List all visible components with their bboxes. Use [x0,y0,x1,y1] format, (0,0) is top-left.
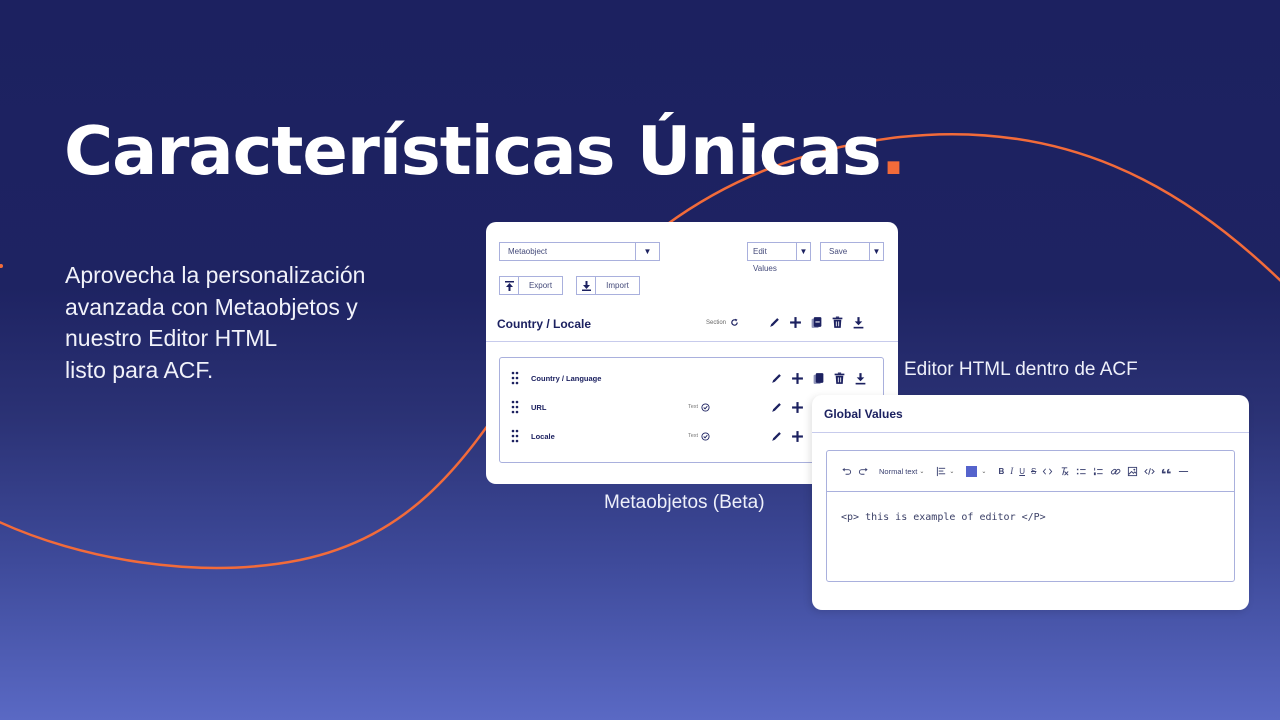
download-icon [577,277,596,294]
editor-panel-title: Global Values [824,407,903,421]
import-button[interactable]: Import [576,276,640,295]
chevron-down-icon: ⌄ [981,468,987,475]
delete-icon[interactable] [831,316,844,329]
page-title: Características Únicas. [64,112,906,190]
block-format-dropdown[interactable]: Normal text ⌄ [879,464,924,478]
bold-button[interactable]: B [998,464,1004,478]
chevron-down-icon: ⌄ [949,468,955,475]
drag-handle-icon[interactable] [511,400,519,414]
edit-icon[interactable] [770,401,783,414]
redo-icon[interactable] [858,464,869,478]
text-color-icon [966,465,978,477]
field-actions [770,401,804,414]
chevron-down-icon: ⌄ [919,468,925,475]
add-icon[interactable] [791,372,804,385]
undo-icon[interactable] [841,464,852,478]
field-type-label: Text [688,433,699,439]
section-actions [768,316,865,329]
download-icon[interactable] [852,316,865,329]
section-divider [486,341,898,342]
caret-down-icon[interactable]: ▼ [635,243,659,260]
block-format-value: Normal text [879,466,918,476]
export-button[interactable]: Export [499,276,563,295]
code-block-icon[interactable] [1144,464,1156,478]
export-label: Export [528,281,553,290]
editor-caption: Editor HTML dentro de ACF [904,359,1138,380]
add-icon[interactable] [791,401,804,414]
section-title: Country / Locale [497,317,592,331]
field-type: Text [688,431,710,441]
page-subtitle: Aprovecha la personalización avanzada co… [65,262,366,383]
editor-toolbar: Normal text ⌄ ⌄ ⌄ B I U S [827,451,1234,492]
select-value: Edit Values [753,247,777,273]
upload-icon [500,277,519,294]
select-value: Save [829,247,848,256]
field-name: Locale [531,431,555,441]
numbered-list-icon[interactable] [1093,464,1104,478]
edit-icon[interactable] [768,316,781,329]
field-actions [770,372,867,385]
field-type: Text [688,402,710,412]
caret-down-icon[interactable]: ▼ [796,243,810,260]
quote-icon[interactable] [1161,464,1172,478]
import-label: Import [606,281,629,290]
check-circle-icon [701,431,710,441]
field-type-label: Text [688,404,699,410]
field-row[interactable]: Country / Language [500,368,883,388]
drag-handle-icon[interactable] [511,371,519,385]
image-icon[interactable] [1127,464,1138,478]
edit-icon[interactable] [770,372,783,385]
metaobjects-caption: Metaobjetos (Beta) [604,492,765,513]
field-name: Country / Language [531,373,602,383]
text-color-dropdown[interactable]: ⌄ [966,464,986,478]
edit-icon[interactable] [770,430,783,443]
check-circle-icon [701,402,710,412]
title-accent-dot: . [880,112,906,190]
download-icon[interactable] [854,372,867,385]
edit-values-select[interactable]: Edit Values ▼ [747,242,811,273]
field-actions [770,430,804,443]
strikethrough-button[interactable]: S [1031,464,1036,478]
html-editor-panel: Global Values Normal text ⌄ ⌄ ⌄ B I U S <… [812,395,1249,610]
copy-icon[interactable] [812,372,825,385]
drag-handle-icon[interactable] [511,429,519,443]
save-select[interactable]: Save ▼ [820,242,884,261]
rich-text-editor: Normal text ⌄ ⌄ ⌄ B I U S <p> this is exa… [826,450,1235,582]
clear-format-icon[interactable] [1059,464,1070,478]
align-icon [937,466,946,476]
italic-button[interactable]: I [1010,464,1013,478]
add-icon[interactable] [789,316,802,329]
editor-divider [812,432,1249,433]
refresh-icon[interactable] [730,318,739,327]
copy-icon[interactable] [810,316,823,329]
code-inline-icon[interactable] [1042,464,1053,478]
editor-content[interactable]: <p> this is example of editor </P> [841,512,1046,523]
section-tag: Section [706,318,739,327]
underline-button[interactable]: U [1019,464,1025,478]
bullet-list-icon[interactable] [1076,464,1087,478]
link-icon[interactable] [1110,464,1121,478]
metaobject-type-select[interactable]: Metaobject ▼ [499,242,660,261]
field-name: URL [531,402,547,412]
delete-icon[interactable] [833,372,846,385]
horizontal-rule-icon[interactable] [1178,464,1189,478]
add-icon[interactable] [791,430,804,443]
align-dropdown[interactable]: ⌄ [936,464,954,478]
caret-down-icon[interactable]: ▼ [869,243,883,260]
section-tag-label: Section [706,319,727,326]
select-value: Metaobject [508,247,548,256]
